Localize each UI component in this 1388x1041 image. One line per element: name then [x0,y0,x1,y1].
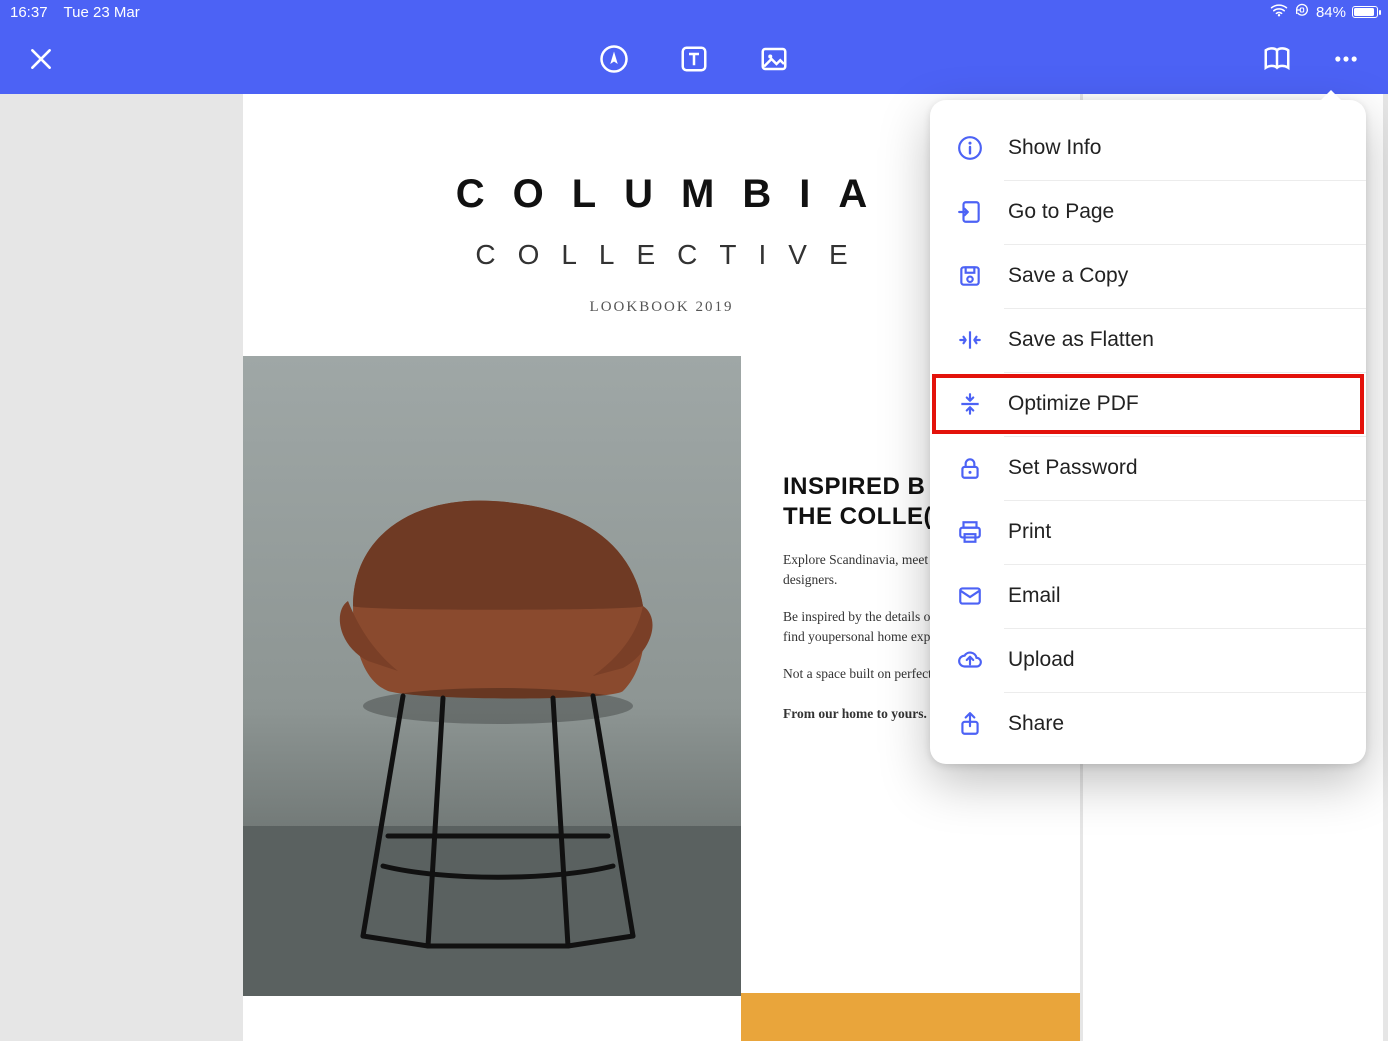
menu-label: Share [1008,712,1064,736]
menu-item-email[interactable]: Email [930,564,1366,628]
toolbar [0,24,1388,94]
menu-label: Print [1008,520,1051,544]
menu-label: Save as Flatten [1008,328,1154,352]
hero-image [243,356,741,996]
menu-item-set-password[interactable]: Set Password [930,436,1366,500]
menu-label: Upload [1008,648,1075,672]
status-time: 16:37 [10,4,48,21]
annotate-tool-button[interactable] [599,44,629,74]
menu-item-save-copy[interactable]: Save a Copy [930,244,1366,308]
menu-label: Save a Copy [1008,264,1128,288]
menu-item-go-to-page[interactable]: Go to Page [930,180,1366,244]
orientation-lock-icon [1294,2,1310,22]
optimize-icon [956,390,984,418]
print-icon [956,518,984,546]
wifi-icon [1270,3,1288,21]
menu-item-share[interactable]: Share [930,692,1366,756]
document-canvas[interactable]: COLUMBIA COLLECTIVE LOOKBOOK 2019 [0,94,1388,1041]
image-tool-button[interactable] [759,44,789,74]
battery-percent: 84% [1316,4,1346,21]
lock-icon [956,454,984,482]
save-icon [956,262,984,290]
footer-band [741,993,1080,1041]
menu-label: Set Password [1008,456,1138,480]
upload-cloud-icon [956,646,984,674]
menu-item-upload[interactable]: Upload [930,628,1366,692]
menu-label: Show Info [1008,136,1101,160]
menu-item-print[interactable]: Print [930,500,1366,564]
status-date: Tue 23 Mar [64,4,140,21]
more-menu-button[interactable] [1332,45,1360,73]
status-bar: 16:37 Tue 23 Mar 84% [0,0,1388,24]
share-icon [956,710,984,738]
flatten-icon [956,326,984,354]
menu-item-optimize-pdf[interactable]: Optimize PDF [930,372,1366,436]
menu-label: Optimize PDF [1008,392,1139,416]
text-tool-button[interactable] [679,44,709,74]
goto-page-icon [956,198,984,226]
menu-item-save-flatten[interactable]: Save as Flatten [930,308,1366,372]
menu-label: Email [1008,584,1061,608]
reader-view-button[interactable] [1262,44,1292,74]
menu-label: Go to Page [1008,200,1114,224]
close-button[interactable] [28,46,54,72]
email-icon [956,582,984,610]
more-menu: Show Info Go to Page Save a Copy Save as… [930,100,1366,764]
menu-item-show-info[interactable]: Show Info [930,116,1366,180]
chair-illustration [293,436,693,956]
battery-icon [1352,6,1378,18]
info-icon [956,134,984,162]
